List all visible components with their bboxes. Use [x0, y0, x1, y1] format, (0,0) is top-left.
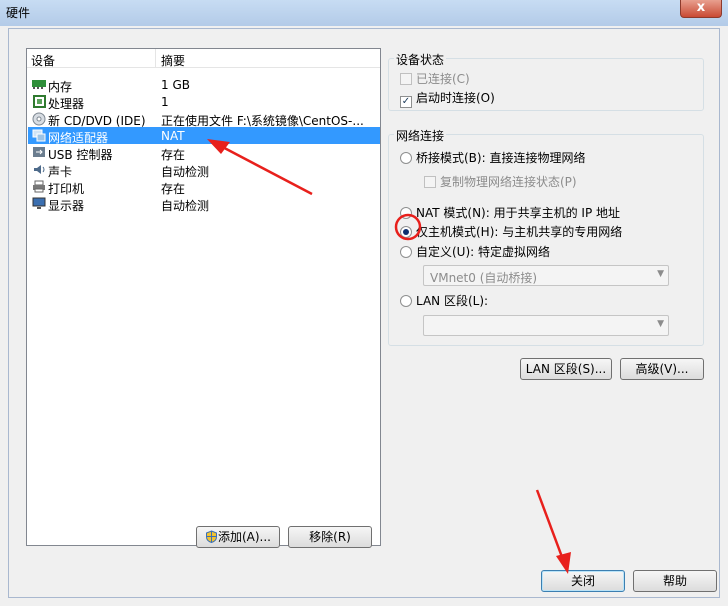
annotation-arrow-close-button: [535, 489, 571, 574]
annotation-arrow-network-adapter: [207, 139, 313, 196]
annotation-circle-host-only: [394, 213, 422, 241]
annotation-overlay: [207, 139, 571, 574]
